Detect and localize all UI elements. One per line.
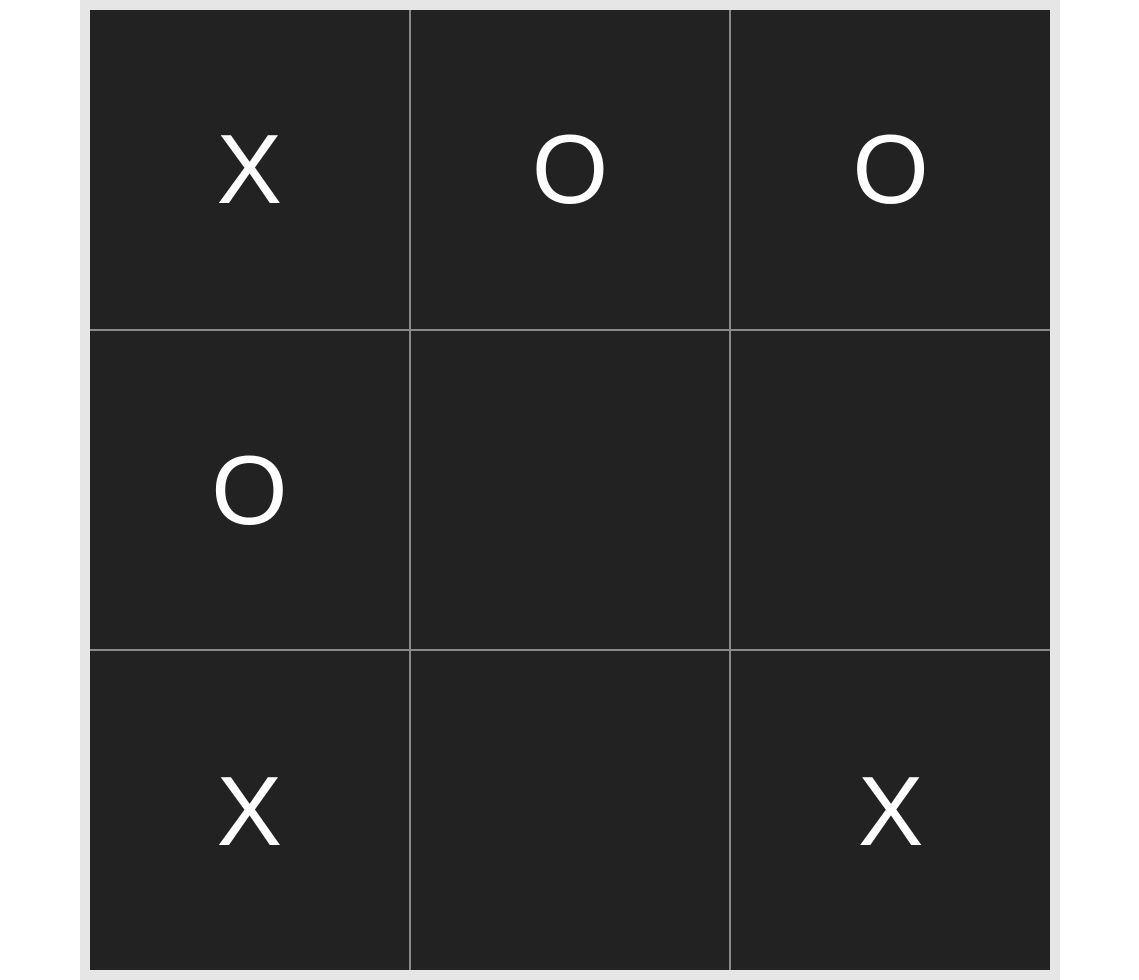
cell-r1c1[interactable]: X (90, 10, 409, 329)
cell-mark: X (216, 755, 283, 866)
cell-mark: O (211, 434, 288, 545)
cell-r2c3[interactable] (731, 330, 1050, 650)
cell-mark: X (216, 114, 283, 225)
cell-r2c1[interactable]: O (90, 330, 409, 650)
cell-mark: X (857, 755, 924, 866)
cell-r2c2[interactable] (410, 330, 730, 650)
cell-r1c2[interactable]: O (410, 10, 730, 329)
cell-r1c3[interactable]: O (731, 10, 1050, 329)
cell-mark: O (531, 114, 609, 225)
cell-mark: O (852, 114, 929, 225)
board-frame: X O O O X X (80, 0, 1060, 980)
cell-r3c3[interactable]: X (731, 651, 1050, 970)
cell-r3c2[interactable] (410, 651, 730, 970)
cell-r3c1[interactable]: X (90, 651, 409, 970)
tic-tac-toe-board: X O O O X X (90, 10, 1050, 970)
